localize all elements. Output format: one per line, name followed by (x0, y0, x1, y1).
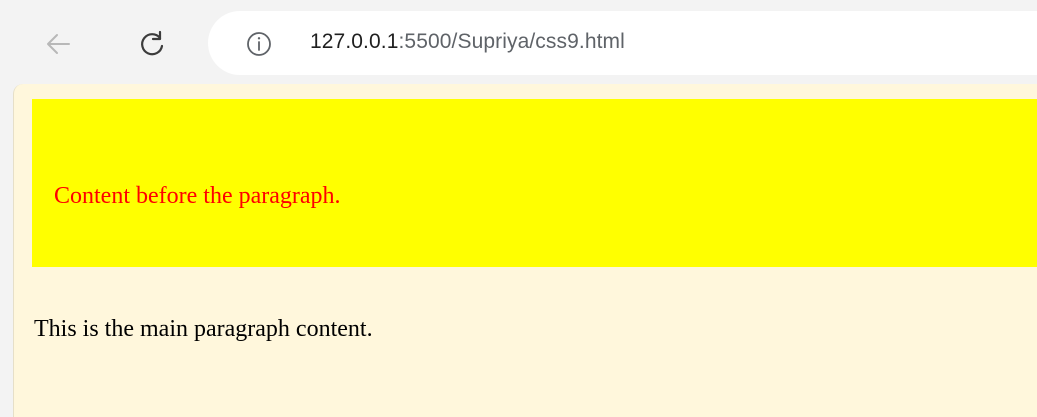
before-content-text: Content before the paragraph. (54, 183, 341, 209)
reload-button[interactable] (134, 26, 170, 62)
info-icon[interactable] (246, 31, 272, 57)
browser-toolbar: 127.0.0.1:5500/Supriya/css9.html (0, 0, 1037, 84)
back-arrow-icon (47, 34, 70, 54)
address-bar[interactable]: 127.0.0.1:5500/Supriya/css9.html (208, 11, 1037, 75)
url-text[interactable]: 127.0.0.1:5500/Supriya/css9.html (310, 30, 625, 54)
url-host: 127.0.0.1 (310, 30, 399, 53)
browser-window: 127.0.0.1:5500/Supriya/css9.html Content… (0, 0, 1037, 417)
reload-icon (141, 30, 164, 56)
back-button[interactable] (40, 26, 76, 62)
page-viewport: Content before the paragraph. This is th… (13, 84, 1037, 417)
before-content-box: Content before the paragraph. (32, 99, 1037, 267)
url-path: :5500/Supriya/css9.html (398, 30, 625, 53)
main-paragraph: This is the main paragraph content. (34, 316, 373, 342)
